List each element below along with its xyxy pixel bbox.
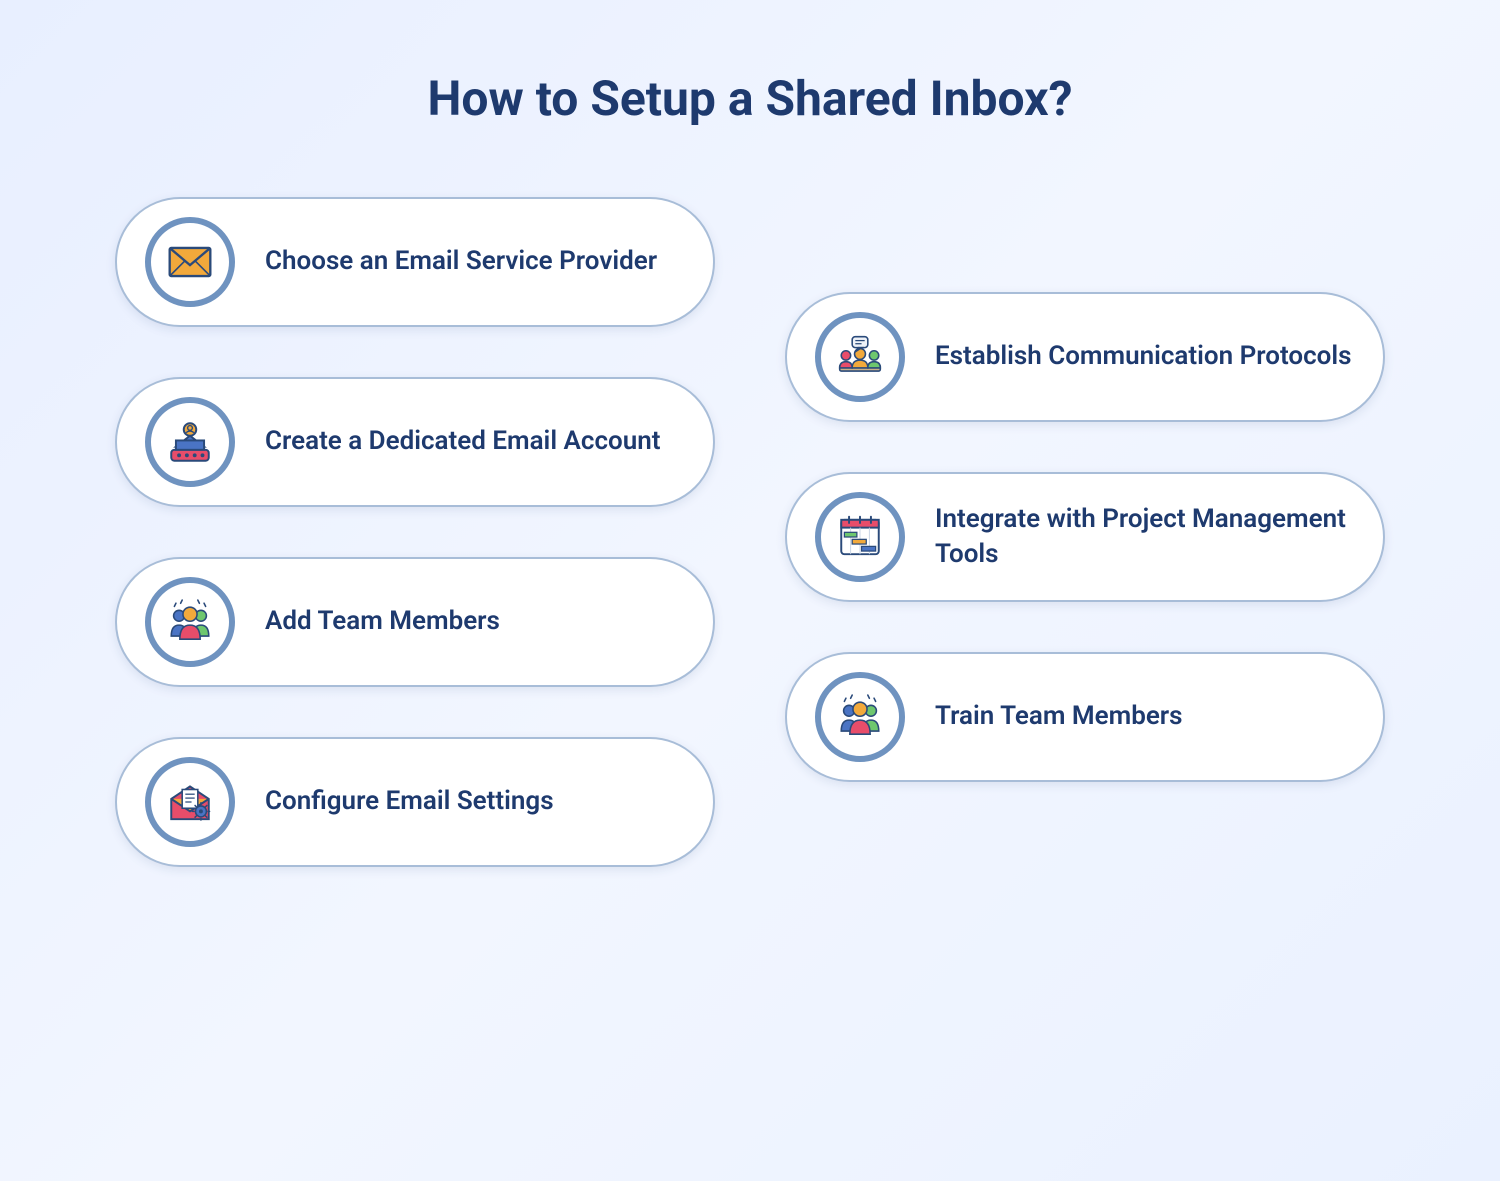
meeting-icon — [815, 312, 905, 402]
step-label: Choose an Email Service Provider — [265, 244, 657, 279]
team-icon — [145, 577, 235, 667]
step-card: Integrate with Project Management Tools — [785, 472, 1385, 602]
step-card: Create a Dedicated Email Account — [115, 377, 715, 507]
gantt-icon — [815, 492, 905, 582]
step-label: Establish Communication Protocols — [935, 339, 1352, 374]
step-card: Add Team Members — [115, 557, 715, 687]
settings-icon — [145, 757, 235, 847]
step-label: Create a Dedicated Email Account — [265, 424, 660, 459]
envelope-icon — [145, 217, 235, 307]
left-column: Choose an Email Service Provider Create … — [115, 197, 715, 867]
step-label: Configure Email Settings — [265, 784, 554, 819]
step-label: Train Team Members — [935, 699, 1183, 734]
right-column: Establish Communication Protocols — [785, 292, 1385, 867]
step-card: Choose an Email Service Provider — [115, 197, 715, 327]
step-card: Establish Communication Protocols — [785, 292, 1385, 422]
page-title: How to Setup a Shared Inbox? — [0, 70, 1500, 127]
step-card: Configure Email Settings — [115, 737, 715, 867]
step-label: Add Team Members — [265, 604, 500, 639]
step-label: Integrate with Project Management Tools — [935, 502, 1355, 572]
step-card: Train Team Members — [785, 652, 1385, 782]
steps-columns: Choose an Email Service Provider Create … — [0, 197, 1500, 867]
account-icon — [145, 397, 235, 487]
team-icon — [815, 672, 905, 762]
